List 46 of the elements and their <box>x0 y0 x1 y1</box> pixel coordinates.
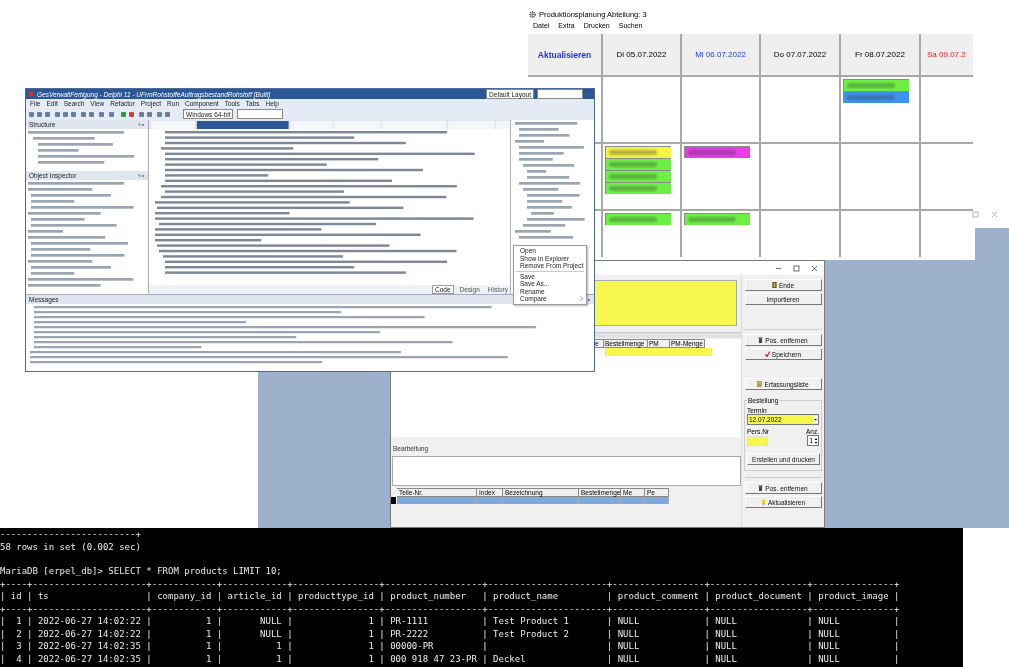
day-header: Sa 09.07.2 <box>927 50 966 59</box>
day-header: Fr 08.07.2022 <box>855 50 905 59</box>
editor-tabs-drawing[interactable] <box>149 120 510 129</box>
row-indicator <box>391 497 396 504</box>
config-dropdown[interactable] <box>237 109 284 119</box>
terminal-line: | 1 | 2022-06-27 14:02:22 | 1 | NULL | 1 | PR-1111 | Test Product 1 | NULL | NULL | NULL | <box>0 615 901 628</box>
terminal-line: | id | ts | company_id | article_id | producttype_id | product_number | product_name | product_comment | product_document | product_image | <box>0 590 901 603</box>
dropdown-arrow-icon[interactable] <box>813 416 818 423</box>
refresh-button[interactable]: Aktualisieren <box>537 49 592 60</box>
trash-icon <box>758 337 764 343</box>
terminal-line: +----+---------------------+------------+------------+----------------+------------------+----------------------+-----------------+------------------+---------------+ <box>0 602 901 615</box>
terminal-line: | 2 | 2022-06-27 14:02:22 | 1 | NULL | 1 | PR-2222 | Test Product 2 | NULL | NULL | NULL | <box>0 627 901 640</box>
order-card[interactable] <box>843 79 909 91</box>
close-icon[interactable] <box>811 264 818 272</box>
day-header: Do 07.07.2022 <box>773 50 827 59</box>
terminal-line: 58 rows in set (0.002 sec) <box>0 540 142 553</box>
pin-close-icon[interactable] <box>137 122 145 127</box>
terminal-line: -------------------------+ <box>0 528 142 541</box>
terminal-line: MariaDB [erpel_db]> SELECT * FROM products LIMIT 10; <box>0 565 283 578</box>
order-card[interactable] <box>684 146 750 158</box>
terminal-line: +----+---------------------+------------+------------+----------------+------------------+----------------------+-----------------+------------------+---------------+ <box>0 577 901 590</box>
terminal-line: | 3 | 2022-06-27 14:02:35 | 1 | 1 | 1 | 00000-PR | | NULL | NULL | NULL | <box>0 640 901 653</box>
day-header: Mi 06.07.2022 <box>695 50 746 59</box>
lightbulb-icon <box>760 499 766 505</box>
maximize-icon[interactable] <box>793 264 800 272</box>
order-card[interactable] <box>605 213 671 225</box>
close-icon[interactable] <box>991 211 998 218</box>
search-field[interactable] <box>537 89 583 99</box>
list-icon <box>757 381 763 387</box>
restore-icon[interactable] <box>972 211 979 218</box>
order-card[interactable] <box>605 182 671 194</box>
day-header: Di 05.07.2022 <box>616 50 667 59</box>
check-icon <box>764 351 770 357</box>
order-card[interactable] <box>605 158 671 170</box>
order-card[interactable] <box>843 91 909 103</box>
app-icon <box>28 91 34 97</box>
terminal-line: | 4 | 2022-06-27 14:02:35 | 1 | 1 | 1 | 000 918 47 23-PR | Deckel | NULL | NULL | NULL | <box>0 652 901 665</box>
gear-icon <box>529 10 536 18</box>
order-card[interactable] <box>605 146 671 158</box>
order-card[interactable] <box>605 170 671 182</box>
order-card[interactable] <box>684 213 750 225</box>
pin-close-icon[interactable] <box>137 173 145 178</box>
door-icon <box>771 282 777 288</box>
trash-icon <box>758 485 764 491</box>
staff-field[interactable] <box>747 436 768 446</box>
spinner-arrows-icon[interactable] <box>814 436 818 445</box>
